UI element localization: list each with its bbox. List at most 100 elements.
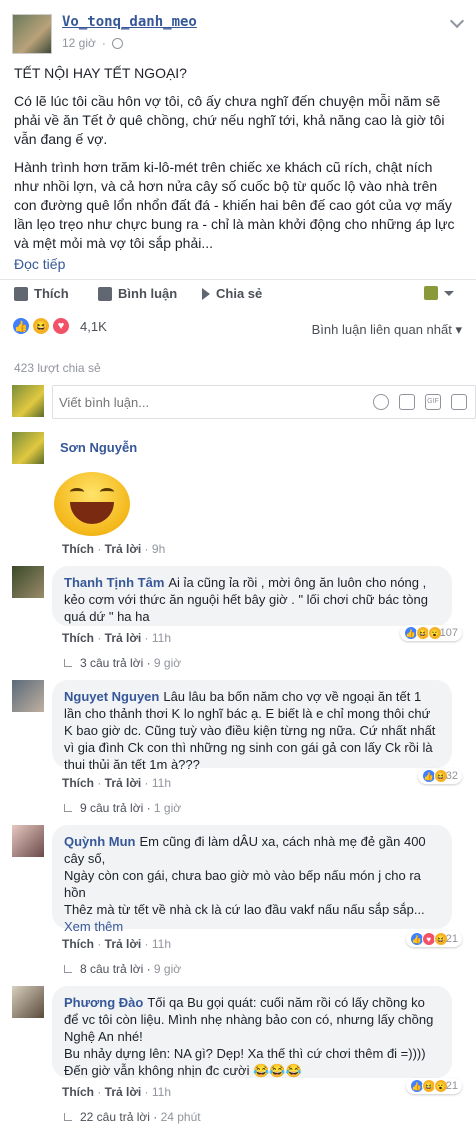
comment-actions: Thích · Trả lời · 11h: [62, 1085, 172, 1099]
commenter-avatar[interactable]: [12, 680, 44, 712]
comment-input-box: GIF: [52, 385, 476, 419]
gif-icon[interactable]: GIF: [425, 394, 441, 410]
comment-reply-link[interactable]: Trả lời: [105, 1085, 142, 1099]
commenter-avatar[interactable]: [12, 566, 44, 598]
comment-reply-link[interactable]: Trả lời: [105, 631, 142, 645]
reaction-count: 32: [445, 770, 458, 782]
commenter-name[interactable]: Phương Đào: [64, 995, 143, 1010]
comment-button[interactable]: Bình luận: [98, 286, 177, 301]
reaction-count: 107: [439, 627, 458, 639]
reaction-count: 4,1K: [80, 318, 107, 334]
comment-like-link[interactable]: Thích: [62, 631, 94, 645]
share-count[interactable]: 423 lượt chia sẻ: [14, 361, 101, 375]
comment-label: Bình luận: [118, 286, 178, 301]
comment-sort-dropdown[interactable]: Bình luận liên quan nhất ▾: [312, 322, 462, 338]
comment-reactions[interactable]: 👍 ♥ 😆 21: [405, 931, 462, 947]
replies-time: 9 giờ: [153, 962, 182, 976]
comment-composer: GIF: [12, 385, 476, 421]
post-card: Vo_tonq_danh_meo 12 giờ · TẾT NỘI HAY TẾ…: [0, 0, 476, 1128]
replies-time: 1 giờ: [153, 801, 182, 815]
haha-reaction-icon: 😆: [32, 317, 50, 335]
commenter-name[interactable]: Thanh Tịnh Tâm: [64, 575, 164, 590]
composer-icons: GIF: [373, 394, 467, 410]
comment-reactions[interactable]: 👍 😆 😮 21: [405, 1078, 462, 1094]
comment-time[interactable]: 9h: [152, 542, 165, 556]
reply-arrow-icon: [64, 659, 72, 667]
comment-reactions[interactable]: 👍 😆 😮 107: [399, 625, 462, 641]
post-paragraph-1: Có lẽ lúc tôi cầu hôn vợ tôi, cô ấy chưa…: [14, 93, 445, 147]
commenter-name[interactable]: Sơn Nguyễn: [60, 440, 137, 455]
post-paragraph-2: Hành trình hơn trăm ki-lô-mét trên chiếc…: [14, 159, 455, 251]
laughing-sticker: [54, 472, 130, 536]
comment-time[interactable]: 11h: [152, 776, 171, 790]
comment-actions: Thích · Trả lời · 11h: [62, 937, 172, 951]
like-label: Thích: [34, 286, 69, 301]
view-replies-link[interactable]: 22 câu trả lời · 24 phút: [64, 1110, 201, 1124]
post-body: TẾT NỘI HAY TẾT NGOẠI? Có lẽ lúc tôi cầu…: [14, 64, 460, 274]
camera-icon[interactable]: [399, 394, 415, 410]
commenter-name[interactable]: Nguyet Nguyen: [64, 689, 159, 704]
comment-like-link[interactable]: Thích: [62, 1085, 94, 1099]
comment-like-link[interactable]: Thích: [62, 937, 94, 951]
comment-bubble: Quỳnh Mun Em cũng đi làm dÂU xa, cách nhà…: [52, 825, 452, 934]
comment-reply-link[interactable]: Trả lời: [105, 776, 142, 790]
reaction-count: 21: [445, 933, 458, 945]
replies-count: 3 câu trả lời: [80, 656, 144, 670]
comment-bubble: Nguyet Nguyen Lâu lâu ba bốn năm cho vợ v…: [52, 680, 452, 772]
emoji-icon[interactable]: [373, 394, 389, 410]
comment-reply-link[interactable]: Trả lời: [105, 937, 142, 951]
like-reaction-icon: 👍: [12, 317, 30, 335]
comment-bubble: Phương Đào Tối qa Bu gọi quát: cuối năm r…: [52, 986, 452, 1078]
comment-bubble: Thanh Tịnh Tâm Ai ỉa cũng ỉa rồi , mời ôn…: [52, 566, 452, 626]
viewer-avatar: [12, 385, 44, 417]
see-more-link[interactable]: Xem thêm: [64, 919, 123, 934]
reaction-count: 21: [445, 1080, 458, 1092]
reply-arrow-icon: [64, 804, 72, 812]
share-button[interactable]: Chia sẻ: [202, 286, 262, 301]
read-more-link[interactable]: Đọc tiếp: [14, 255, 460, 274]
chevron-down-icon: [444, 290, 454, 296]
like-button[interactable]: Thích: [14, 286, 69, 301]
audience-selector[interactable]: [424, 286, 454, 300]
comment-input[interactable]: [53, 386, 333, 418]
comment-actions: Thích · Trả lời · 11h: [62, 631, 172, 645]
comment-time[interactable]: 11h: [152, 631, 171, 645]
action-bar: Thích Bình luận Chia sẻ: [0, 279, 476, 309]
commenter-avatar[interactable]: [12, 432, 44, 464]
commenter-avatar[interactable]: [12, 825, 44, 857]
reply-arrow-icon: [64, 1113, 72, 1121]
post-headline: TẾT NỘI HAY TẾT NGOẠI?: [14, 65, 187, 81]
comment-reactions[interactable]: 👍 😆 32: [417, 768, 462, 784]
reaction-summary[interactable]: 👍 😆 ♥ 4,1K: [12, 317, 107, 335]
commenter-avatar[interactable]: [12, 986, 44, 1018]
post-meta: 12 giờ ·: [62, 36, 123, 50]
comment-reply-link[interactable]: Trả lời: [105, 542, 142, 556]
view-replies-link[interactable]: 8 câu trả lời · 9 giờ: [64, 962, 181, 976]
post-time[interactable]: 12 giờ: [62, 36, 96, 50]
replies-time: 9 giờ: [153, 656, 182, 670]
commenter-name[interactable]: Quỳnh Mun: [64, 834, 136, 849]
replies-count: 8 câu trả lời: [80, 962, 144, 976]
replies-count: 22 câu trả lời: [80, 1110, 150, 1124]
comment-like-link[interactable]: Thích: [62, 776, 94, 790]
comment-time[interactable]: 11h: [152, 937, 171, 951]
love-reaction-icon: ♥: [52, 317, 70, 335]
share-icon: [202, 287, 210, 300]
replies-time: 24 phút: [160, 1110, 201, 1124]
separator: ·: [101, 36, 106, 50]
view-replies-link[interactable]: 3 câu trả lời · 9 giờ: [64, 656, 181, 670]
share-label: Chia sẻ: [216, 286, 263, 301]
comment-actions: Thích · Trả lời · 11h: [62, 776, 172, 790]
view-replies-link[interactable]: 9 câu trả lời · 1 giờ: [64, 801, 181, 815]
author-avatar[interactable]: [12, 14, 52, 54]
comment-time[interactable]: 11h: [152, 1085, 171, 1099]
sticker-icon[interactable]: [451, 394, 467, 410]
author-name[interactable]: Vo_tonq_danh_meo: [62, 14, 197, 30]
replies-count: 9 câu trả lời: [80, 801, 144, 815]
comment-like-link[interactable]: Thích: [62, 542, 94, 556]
comment-actions: Thích · Trả lời · 9h: [62, 542, 166, 556]
profile-thumbnail-icon: [424, 286, 438, 300]
reply-arrow-icon: [64, 965, 72, 973]
chevron-down-icon[interactable]: [449, 13, 465, 29]
comment-icon: [98, 286, 112, 301]
